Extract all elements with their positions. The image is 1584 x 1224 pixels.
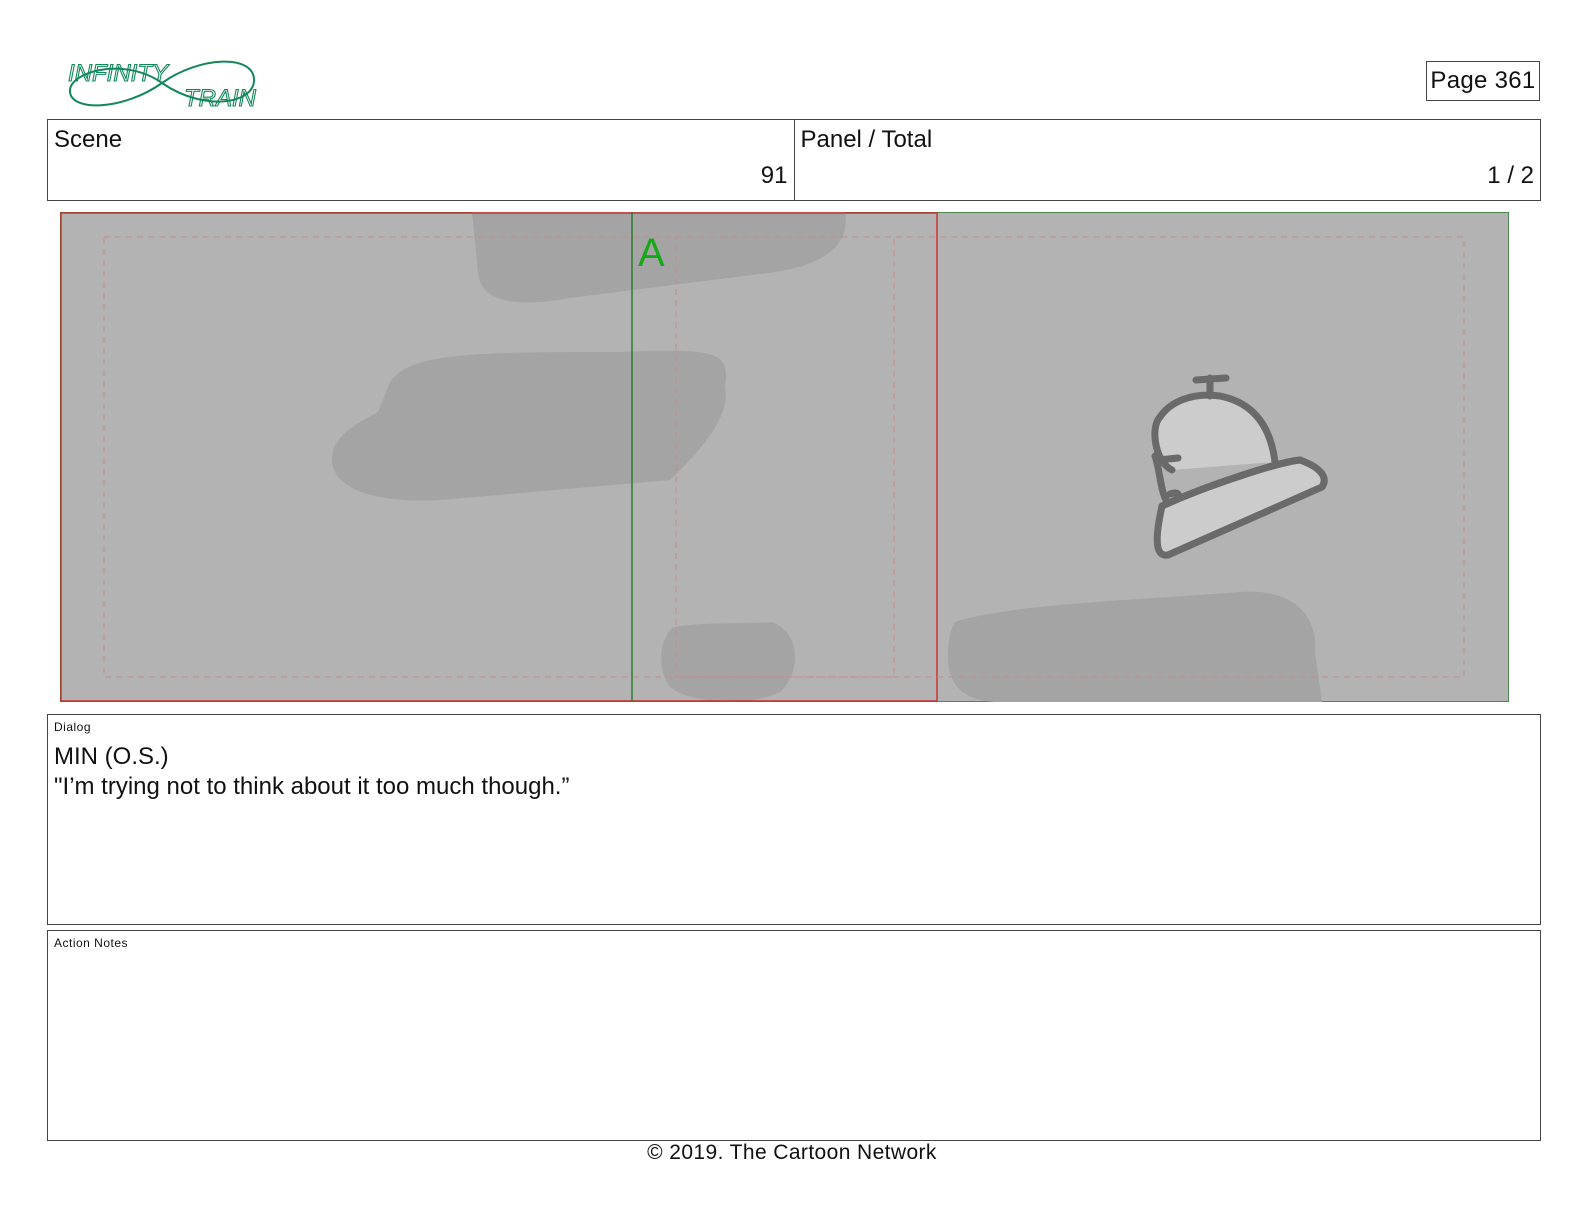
storyboard-drawing: A (60, 212, 1509, 702)
copyright-footer: © 2019. The Cartoon Network (647, 1141, 937, 1164)
infinity-logo-icon: INFINITY TRAIN (67, 59, 257, 112)
dialog-label: Dialog (54, 720, 92, 734)
svg-text:INFINITY: INFINITY (68, 60, 170, 87)
svg-text:TRAIN: TRAIN (184, 85, 257, 112)
page-number-label: Page 361 (1430, 67, 1536, 94)
panel-total-value: 1 / 2 (1487, 162, 1534, 189)
action-notes-label: Action Notes (54, 936, 129, 950)
scene-number: 91 (760, 162, 788, 189)
dialog-speaker: MIN (O.S.) (54, 743, 169, 770)
shadow-blob-small (661, 622, 795, 702)
action-notes-box: Action Notes (47, 930, 1541, 1141)
infinity-train-logo: INFINITY TRAIN (64, 52, 260, 114)
panel-total-label: Panel / Total (800, 126, 933, 153)
scene-label: Scene (54, 126, 123, 153)
storyboard-panel: A (60, 212, 1509, 702)
scene-cell: Scene 91 (48, 120, 794, 200)
dialog-content: MIN (O.S.) "I’m trying not to think abou… (54, 742, 569, 802)
dialog-line: "I’m trying not to think about it too mu… (54, 773, 570, 800)
panel-total-cell: Panel / Total 1 / 2 (793, 120, 1541, 200)
page-number: Page 361 (1426, 61, 1540, 101)
scene-panel-header: Scene 91 Panel / Total 1 / 2 (47, 119, 1541, 201)
dialog-box: Dialog MIN (O.S.) "I’m trying not to thi… (47, 714, 1541, 925)
panel-marker-a: A (638, 231, 665, 275)
